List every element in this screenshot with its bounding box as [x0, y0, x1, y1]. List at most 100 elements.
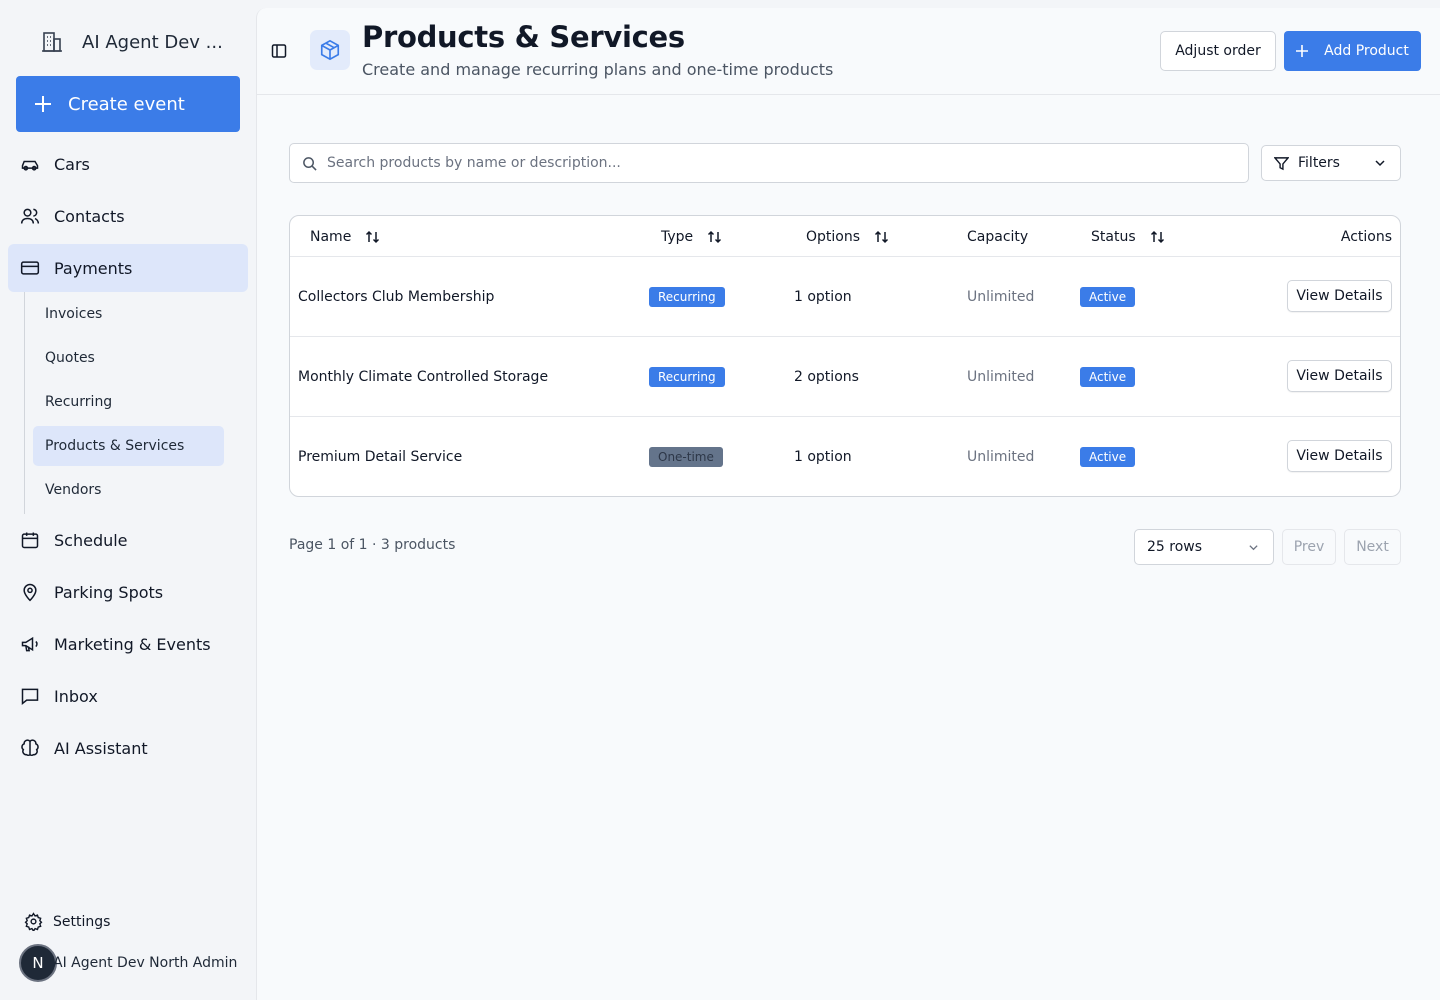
- chevron-down-icon: [1374, 157, 1386, 169]
- pagination-info: Page 1 of 1 · 3 products: [289, 537, 456, 553]
- product-name: Premium Detail Service: [298, 449, 463, 465]
- nav-inbox[interactable]: Inbox: [8, 672, 248, 720]
- search-bar: [289, 143, 1249, 183]
- column-actions: Actions: [1340, 228, 1392, 245]
- capacity-value: Unlimited: [967, 369, 1035, 385]
- nav-cars-label: Cars: [54, 154, 90, 174]
- column-type[interactable]: Type: [661, 216, 723, 257]
- main-content: Products & Services Create and manage re…: [256, 8, 1440, 1000]
- brain-icon: [20, 738, 40, 758]
- subnav-products-services[interactable]: Products & Services: [33, 426, 224, 466]
- product-name: Monthly Climate Controlled Storage: [298, 369, 549, 385]
- search-icon: [302, 156, 317, 171]
- table-row: Premium Detail Service One-time 1 option…: [290, 417, 1400, 496]
- users-icon: [20, 206, 40, 226]
- page-subtitle: Create and manage recurring plans and on…: [362, 60, 834, 79]
- status-badge: Active: [1080, 367, 1136, 387]
- status-badge: Active: [1080, 287, 1136, 307]
- building-icon: [40, 30, 64, 54]
- status-badge: Active: [1080, 447, 1136, 467]
- capacity-value: Unlimited: [967, 449, 1035, 465]
- type-badge: One-time: [649, 447, 723, 467]
- settings-link[interactable]: Settings: [24, 912, 110, 931]
- nav-payments[interactable]: Payments: [8, 244, 248, 292]
- subnav-vendors[interactable]: Vendors: [33, 470, 224, 510]
- page-title: Products & Services: [362, 20, 685, 54]
- message-square-icon: [20, 686, 40, 706]
- nav-ai-assistant[interactable]: AI Assistant: [8, 724, 248, 772]
- view-details-button[interactable]: View Details: [1287, 360, 1392, 392]
- workspace-name: AI Agent Dev ...: [82, 31, 223, 53]
- subnav-recurring[interactable]: Recurring: [33, 382, 224, 422]
- plus-icon: [34, 95, 52, 113]
- next-page-button[interactable]: Next: [1344, 529, 1401, 565]
- type-badge: Recurring: [649, 287, 725, 307]
- plus-icon: [1296, 45, 1309, 57]
- nav-contacts[interactable]: Contacts: [8, 192, 248, 240]
- subnav-invoices[interactable]: Invoices: [33, 294, 224, 334]
- settings-label: Settings: [53, 913, 111, 930]
- megaphone-icon: [20, 634, 40, 654]
- options-count: 1 option: [794, 289, 852, 305]
- filters-label: Filters: [1298, 155, 1340, 171]
- nav-cars[interactable]: Cars: [8, 140, 248, 188]
- calendar-icon: [20, 530, 40, 550]
- table-row: Monthly Climate Controlled Storage Recur…: [290, 337, 1400, 417]
- column-status[interactable]: Status: [1091, 216, 1166, 257]
- column-name[interactable]: Name: [310, 216, 381, 257]
- add-product-button[interactable]: Add Product: [1284, 31, 1421, 71]
- view-details-button[interactable]: View Details: [1287, 440, 1392, 472]
- view-details-button[interactable]: View Details: [1287, 280, 1392, 312]
- options-count: 1 option: [794, 449, 852, 465]
- nav-schedule[interactable]: Schedule: [8, 516, 248, 564]
- filter-icon: [1274, 156, 1289, 171]
- add-product-label: Add Product: [1324, 43, 1409, 59]
- subnav-quotes[interactable]: Quotes: [33, 338, 224, 378]
- page-header: Products & Services Create and manage re…: [257, 8, 1440, 95]
- user-menu[interactable]: N AI Agent Dev North Admin: [19, 944, 237, 982]
- type-badge: Recurring: [649, 367, 725, 387]
- sidebar: AI Agent Dev ... Create event Cars Conta…: [0, 0, 256, 1000]
- car-icon: [20, 154, 40, 174]
- column-options-label: Options: [806, 228, 861, 245]
- sort-icon: [874, 229, 890, 245]
- rows-per-page-select[interactable]: 25 rows: [1134, 529, 1274, 565]
- submenu-divider: [24, 292, 25, 514]
- table-row: Collectors Club Membership Recurring 1 o…: [290, 257, 1400, 337]
- sort-icon: [1150, 229, 1166, 245]
- nav-marketing-events[interactable]: Marketing & Events: [8, 620, 248, 668]
- nav-schedule-label: Schedule: [54, 530, 128, 550]
- filters-dropdown[interactable]: Filters: [1261, 145, 1401, 181]
- nav-marketing-label: Marketing & Events: [54, 634, 211, 654]
- prev-page-button[interactable]: Prev: [1282, 529, 1336, 565]
- chevron-down-icon: [1248, 542, 1259, 553]
- product-name: Collectors Club Membership: [298, 289, 495, 305]
- gear-icon: [24, 912, 43, 931]
- column-status-label: Status: [1091, 228, 1136, 245]
- nav-contacts-label: Contacts: [54, 206, 125, 226]
- table-header: Name Type Options Capacity Status Action…: [290, 216, 1400, 257]
- avatar: N: [19, 944, 57, 982]
- nav-ai-label: AI Assistant: [54, 738, 148, 758]
- adjust-order-button[interactable]: Adjust order: [1160, 31, 1276, 71]
- create-event-button[interactable]: Create event: [16, 76, 240, 132]
- nav-payments-label: Payments: [54, 258, 133, 278]
- capacity-value: Unlimited: [967, 289, 1035, 305]
- rows-per-page-label: 25 rows: [1147, 539, 1203, 555]
- workspace-switcher[interactable]: AI Agent Dev ...: [40, 30, 223, 54]
- column-options[interactable]: Options: [806, 216, 890, 257]
- sidebar-toggle-icon[interactable]: [271, 43, 287, 59]
- nav-inbox-label: Inbox: [54, 686, 98, 706]
- column-capacity: Capacity: [967, 228, 1029, 245]
- user-name: AI Agent Dev North Admin: [53, 955, 238, 971]
- products-table: Name Type Options Capacity Status Action…: [289, 215, 1401, 497]
- nav-parking-spots[interactable]: Parking Spots: [8, 568, 248, 616]
- options-count: 2 options: [794, 369, 859, 385]
- column-name-label: Name: [310, 228, 352, 245]
- column-type-label: Type: [661, 228, 694, 245]
- create-event-label: Create event: [68, 93, 185, 115]
- sort-icon: [707, 229, 723, 245]
- package-icon: [310, 30, 350, 70]
- map-pin-icon: [20, 582, 40, 602]
- search-input[interactable]: [327, 155, 1227, 171]
